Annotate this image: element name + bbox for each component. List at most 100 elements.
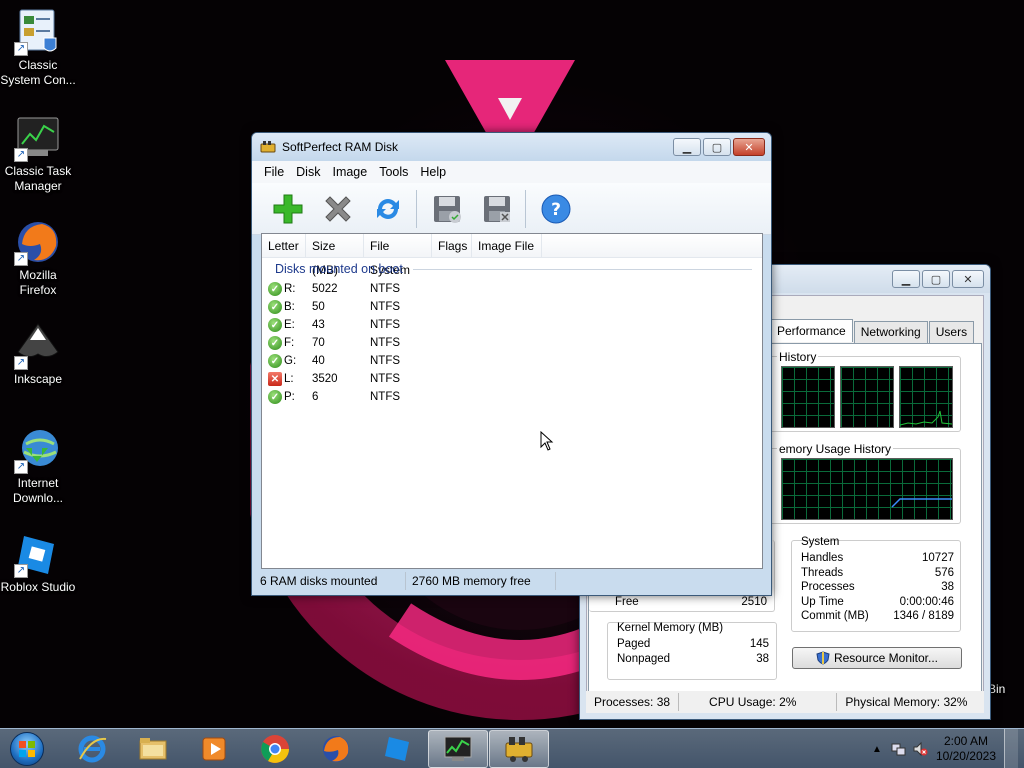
group-label: Disks mounted on boot <box>275 262 403 276</box>
shortcut-arrow-icon: ↗ <box>14 42 28 56</box>
volume-muted-icon[interactable] <box>912 741 928 757</box>
drive-size: 3520 <box>312 373 338 385</box>
drive-size: 6 <box>312 391 319 403</box>
drive-size: 50 <box>312 301 325 313</box>
list-item[interactable]: ✓ B: 50 NTFS <box>262 298 762 316</box>
maximize-button[interactable]: ▢ <box>922 270 950 288</box>
desktop-icon-mozilla-firefox[interactable]: ↗ Mozilla Firefox <box>0 218 76 298</box>
ramdisk-list[interactable]: Letter Size (MB) File System Flags Image… <box>261 233 763 569</box>
taskbar-firefox[interactable] <box>306 730 366 768</box>
clock[interactable]: 2:00 AM 10/20/2023 <box>936 734 996 764</box>
handles-value: 10727 <box>922 552 954 564</box>
taskbar-internet-explorer[interactable] <box>62 730 122 768</box>
task-manager-icon: ↗ <box>14 114 62 162</box>
toolbar-separator <box>525 189 526 228</box>
menu-disk[interactable]: Disk <box>290 165 326 179</box>
desktop-icon-label: Downlo... <box>12 491 64 505</box>
drive-size: 43 <box>312 319 325 331</box>
drive-fs: NTFS <box>370 373 401 385</box>
maximize-button[interactable]: ▢ <box>703 138 731 156</box>
discard-image-button[interactable] <box>475 187 519 231</box>
system-row: Up Time 0:00:00:46 <box>801 596 954 608</box>
list-item[interactable]: ✓ R: 5022 NTFS <box>262 280 762 298</box>
column-size[interactable]: Size (MB) <box>306 233 364 277</box>
save-image-button[interactable] <box>425 187 469 231</box>
tab-users[interactable]: Users <box>928 321 975 344</box>
menu-help[interactable]: Help <box>414 165 452 179</box>
free-value: 2510 <box>741 596 767 608</box>
tab-performance[interactable]: Performance <box>770 319 853 342</box>
column-flags[interactable]: Flags <box>432 233 472 258</box>
list-item[interactable]: ✓ F: 70 NTFS <box>262 334 762 352</box>
add-disk-button[interactable] <box>266 187 310 231</box>
drive-fs: NTFS <box>370 391 401 403</box>
drive-fs: NTFS <box>370 319 401 331</box>
remove-disk-button[interactable] <box>316 187 360 231</box>
drive-fs: NTFS <box>370 301 401 313</box>
refresh-button[interactable] <box>366 187 410 231</box>
desktop-icon-recycle-bin-partial[interactable]: Bin <box>988 682 1024 697</box>
menu-tools[interactable]: Tools <box>373 165 414 179</box>
roblox-studio-icon: ↗ <box>14 530 62 578</box>
plus-icon <box>273 194 303 223</box>
ok-check-icon: ✓ <box>268 390 282 404</box>
close-button[interactable]: ✕ <box>952 270 984 288</box>
resource-monitor-button[interactable]: Resource Monitor... <box>792 647 962 669</box>
minimize-button[interactable]: ▁ <box>673 138 701 156</box>
discard-disk-icon <box>484 195 510 222</box>
drive-size: 5022 <box>312 283 338 295</box>
help-button[interactable]: ? <box>534 187 578 231</box>
column-letter[interactable]: Letter <box>262 233 306 258</box>
desktop-icon-label: Classic Task <box>4 164 72 178</box>
list-item[interactable]: ✕ L: 3520 NTFS <box>262 370 762 388</box>
taskbar-roblox-studio[interactable] <box>367 730 427 768</box>
desktop-icon-internet-download-manager[interactable]: ↗ Internet Downlo... <box>0 426 76 506</box>
taskbar-media-player[interactable] <box>184 730 244 768</box>
menu-file[interactable]: File <box>258 165 290 179</box>
desktop-icon-inkscape[interactable]: ↗ Inkscape <box>0 322 76 387</box>
show-hidden-icons-icon[interactable]: ▲ <box>872 744 882 755</box>
drive-letter: F: <box>284 337 295 349</box>
ramdisk-window[interactable]: SoftPerfect RAM Disk ▁ ▢ ✕ File Disk Ima… <box>251 132 772 596</box>
group-header: Disks mounted on boot <box>275 262 762 276</box>
taskbar-task-manager[interactable] <box>428 729 488 768</box>
desktop-icon-label: Inkscape <box>13 372 63 386</box>
ramdisk-titlebar[interactable]: SoftPerfect RAM Disk ▁ ▢ ✕ <box>252 133 771 161</box>
desktop-icon-label: Classic <box>18 58 58 72</box>
start-button[interactable] <box>0 729 54 768</box>
menu-image[interactable]: Image <box>326 165 373 179</box>
taskbar: ▲ 2:00 AM 10/20/2023 <box>0 728 1024 768</box>
resource-monitor-label: Resource Monitor... <box>833 651 939 665</box>
column-image-file[interactable]: Image File <box>472 233 542 258</box>
column-file-system[interactable]: File System <box>364 233 432 277</box>
desktop-icon-roblox-studio[interactable]: ↗ Roblox Studio <box>0 530 76 595</box>
commit-value: 1346 / 8189 <box>893 610 954 622</box>
kernel-memory-title: Kernel Memory (MB) <box>617 622 724 634</box>
clock-time: 2:00 AM <box>943 734 988 748</box>
list-item[interactable]: ✓ G: 40 NTFS <box>262 352 762 370</box>
minimize-button[interactable]: ▁ <box>892 270 920 288</box>
folder-icon <box>139 737 167 759</box>
uptime-value: 0:00:00:46 <box>899 596 954 608</box>
show-desktop-button[interactable] <box>1004 729 1018 768</box>
system-row: Threads 576 <box>801 567 954 579</box>
nonpaged-value: 38 <box>756 653 769 665</box>
desktop-icon-classic-system-control[interactable]: ↗ Classic System Con... <box>0 8 76 88</box>
shield-icon <box>816 651 830 665</box>
taskbar-file-explorer[interactable] <box>123 730 183 768</box>
close-button[interactable]: ✕ <box>733 138 765 156</box>
ramdisk-title: SoftPerfect RAM Disk <box>282 140 399 154</box>
error-x-icon: ✕ <box>268 372 282 386</box>
desktop-icon-label: Mozilla <box>19 268 57 282</box>
desktop-icon-classic-task-manager[interactable]: ↗ Classic Task Manager <box>0 114 76 194</box>
drive-size: 70 <box>312 337 325 349</box>
taskbar-chrome[interactable] <box>245 730 305 768</box>
network-icon[interactable] <box>890 741 906 757</box>
refresh-icon <box>377 198 399 219</box>
media-player-icon <box>202 737 226 760</box>
list-item[interactable]: ✓ P: 6 NTFS <box>262 388 762 406</box>
save-disk-icon <box>434 195 461 223</box>
taskbar-ram-disk[interactable] <box>489 729 549 768</box>
list-item[interactable]: ✓ E: 43 NTFS <box>262 316 762 334</box>
tab-networking[interactable]: Networking <box>853 321 928 344</box>
